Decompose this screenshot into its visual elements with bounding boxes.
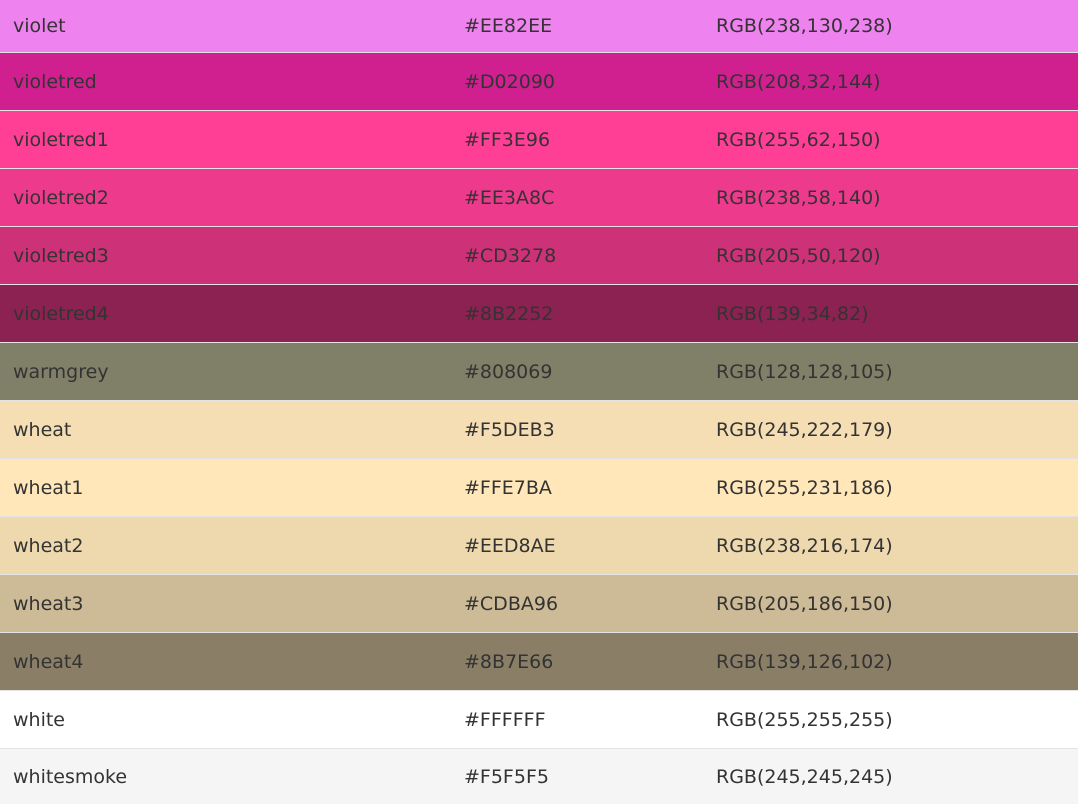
- color-hex-cell: #EE3A8C: [451, 168, 703, 227]
- table-row: wheat3 #CDBA96 RGB(205,186,150): [0, 574, 1078, 633]
- color-name-cell: violetred: [0, 52, 451, 111]
- table-row: violetred3 #CD3278 RGB(205,50,120): [0, 226, 1078, 285]
- color-name-cell: violetred2: [0, 168, 451, 227]
- color-name-cell: wheat2: [0, 516, 451, 575]
- color-hex-cell: #FFE7BA: [451, 458, 703, 517]
- color-table: violet #EE82EE RGB(238,130,238) violetre…: [0, 0, 1078, 804]
- color-rgb-cell: RGB(238,58,140): [703, 168, 1078, 227]
- table-row: violetred4 #8B2252 RGB(139,34,82): [0, 284, 1078, 343]
- color-name-cell: violet: [13, 15, 66, 37]
- table-row: wheat #F5DEB3 RGB(245,222,179): [0, 400, 1078, 459]
- color-name-cell: whitesmoke: [0, 748, 451, 804]
- table-row: violetred #D02090 RGB(208,32,144): [0, 52, 1078, 111]
- color-rgb-cell: RGB(128,128,105): [703, 342, 1078, 401]
- table-row: wheat1 #FFE7BA RGB(255,231,186): [0, 458, 1078, 517]
- table-row: wheat2 #EED8AE RGB(238,216,174): [0, 516, 1078, 575]
- table-row: whitesmoke #F5F5F5 RGB(245,245,245): [0, 748, 1078, 804]
- color-rgb-cell: RGB(255,231,186): [703, 458, 1078, 517]
- color-name-cell: wheat: [0, 400, 451, 459]
- table-row: violetred1 #FF3E96 RGB(255,62,150): [0, 110, 1078, 169]
- color-rgb-cell: RGB(205,50,120): [703, 226, 1078, 285]
- table-row: violet #EE82EE RGB(238,130,238): [0, 0, 1078, 53]
- color-rgb-cell: RGB(139,126,102): [703, 632, 1078, 691]
- color-name-cell: wheat3: [0, 574, 451, 633]
- color-table-body: violet #EE82EE RGB(238,130,238) violetre…: [0, 0, 1078, 804]
- color-rgb-cell: RGB(245,245,245): [703, 748, 1078, 804]
- color-rgb-cell: RGB(245,222,179): [703, 400, 1078, 459]
- color-rgb-cell: RGB(238,216,174): [703, 516, 1078, 575]
- color-hex-cell: #EE82EE: [464, 15, 553, 37]
- color-rgb-cell: RGB(255,62,150): [703, 110, 1078, 169]
- color-hex-cell: #FFFFFF: [451, 690, 703, 749]
- table-row: violetred2 #EE3A8C RGB(238,58,140): [0, 168, 1078, 227]
- color-rgb-cell: RGB(208,32,144): [703, 52, 1078, 111]
- color-rgb-cell: RGB(238,130,238): [716, 15, 893, 37]
- color-rgb-cell: RGB(205,186,150): [703, 574, 1078, 633]
- color-hex-cell: #F5DEB3: [451, 400, 703, 459]
- color-hex-cell: #EED8AE: [451, 516, 703, 575]
- color-rgb-cell: RGB(255,255,255): [703, 690, 1078, 749]
- color-name-cell: violetred4: [0, 284, 451, 343]
- color-hex-cell: #F5F5F5: [451, 748, 703, 804]
- color-rgb-cell: RGB(139,34,82): [703, 284, 1078, 343]
- color-hex-cell: #FF3E96: [451, 110, 703, 169]
- color-hex-cell: #8B2252: [451, 284, 703, 343]
- table-row: wheat4 #8B7E66 RGB(139,126,102): [0, 632, 1078, 691]
- color-hex-cell: #CD3278: [451, 226, 703, 285]
- color-hex-cell: #8B7E66: [451, 632, 703, 691]
- color-name-cell: violetred1: [0, 110, 451, 169]
- color-hex-cell: #D02090: [451, 52, 703, 111]
- color-hex-cell: #CDBA96: [451, 574, 703, 633]
- table-row: warmgrey #808069 RGB(128,128,105): [0, 342, 1078, 401]
- color-hex-cell: #808069: [451, 342, 703, 401]
- table-row: white #FFFFFF RGB(255,255,255): [0, 690, 1078, 749]
- color-name-cell: white: [0, 690, 451, 749]
- color-name-cell: wheat1: [0, 458, 451, 517]
- color-name-cell: violetred3: [0, 226, 451, 285]
- color-name-cell: wheat4: [0, 632, 451, 691]
- color-name-cell: warmgrey: [0, 342, 451, 401]
